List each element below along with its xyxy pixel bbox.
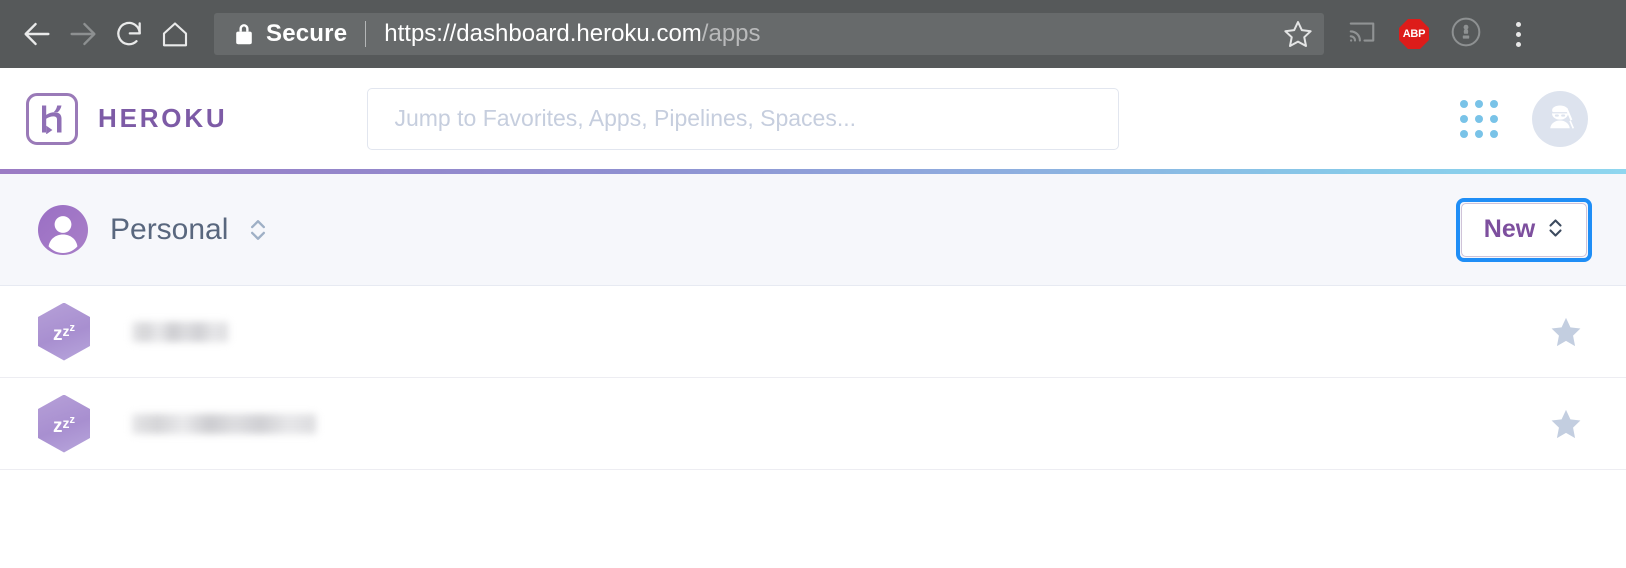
cast-icon	[1347, 18, 1377, 51]
team-selector[interactable]: Personal	[38, 204, 268, 255]
forward-arrow-icon	[66, 17, 100, 51]
team-name: Personal	[110, 212, 229, 246]
table-row[interactable]: zzz	[0, 378, 1626, 470]
url-text: https://dashboard.heroku.com/apps	[384, 20, 1274, 48]
search-box[interactable]	[367, 87, 1120, 150]
back-button[interactable]	[14, 11, 60, 57]
chevron-up-down-icon	[1547, 216, 1564, 243]
chevron-up-down-icon[interactable]	[248, 216, 268, 244]
table-row[interactable]: zzz	[0, 286, 1626, 378]
grid-apps-icon[interactable]	[1460, 99, 1498, 138]
app-name	[132, 413, 316, 434]
info-circle-icon	[1450, 16, 1482, 53]
app-list: zzz zzz	[0, 286, 1626, 470]
browser-extensions-area: ABP	[1336, 9, 1544, 59]
new-button[interactable]: New	[1461, 202, 1587, 257]
sleeping-app-glyph: zzz	[53, 414, 75, 437]
star-filled-icon[interactable]	[1544, 402, 1588, 446]
new-button-label: New	[1483, 215, 1536, 243]
sleeping-app-glyph: zzz	[53, 322, 75, 345]
address-bar[interactable]: Secure https://dashboard.heroku.com/apps	[214, 13, 1324, 55]
security-status-label: Secure	[266, 20, 348, 47]
reload-button[interactable]	[106, 11, 152, 57]
heroku-wordmark: HEROKU	[98, 103, 228, 133]
person-avatar-icon	[38, 204, 88, 255]
bookmark-star-icon[interactable]	[1282, 18, 1314, 50]
heroku-logo-link[interactable]: HEROKU	[26, 92, 228, 145]
avatar[interactable]	[1532, 90, 1588, 147]
heroku-logo-icon	[26, 92, 78, 145]
home-icon	[160, 19, 190, 49]
app-name	[132, 321, 228, 342]
cast-button[interactable]	[1336, 9, 1388, 59]
lock-icon	[234, 22, 254, 46]
back-arrow-icon	[20, 17, 54, 51]
new-button-focus-ring: New	[1456, 197, 1592, 262]
info-button[interactable]	[1440, 9, 1492, 59]
reload-icon	[113, 18, 145, 50]
adblock-plus-button[interactable]: ABP	[1388, 9, 1440, 59]
global-search	[367, 87, 1120, 150]
heroku-header: HEROKU	[0, 68, 1626, 169]
ninja-avatar-icon	[1541, 97, 1579, 140]
sleeping-app-hexagon-icon: zzz	[38, 394, 90, 453]
team-selector-bar: Personal New	[0, 174, 1626, 286]
browser-menu-button[interactable]	[1492, 9, 1544, 59]
kebab-menu-icon	[1515, 21, 1521, 47]
url-path: /apps	[701, 20, 761, 47]
adblock-plus-icon: ABP	[1399, 19, 1429, 49]
search-input[interactable]	[394, 105, 1093, 132]
home-button[interactable]	[152, 11, 198, 57]
sleeping-app-hexagon-icon: zzz	[38, 302, 90, 361]
forward-button[interactable]	[60, 11, 106, 57]
header-actions	[1460, 90, 1588, 147]
url-host: https://dashboard.heroku.com	[384, 20, 702, 47]
browser-toolbar: Secure https://dashboard.heroku.com/apps…	[0, 0, 1626, 68]
star-filled-icon[interactable]	[1544, 310, 1588, 354]
omnibox-divider	[365, 21, 367, 47]
